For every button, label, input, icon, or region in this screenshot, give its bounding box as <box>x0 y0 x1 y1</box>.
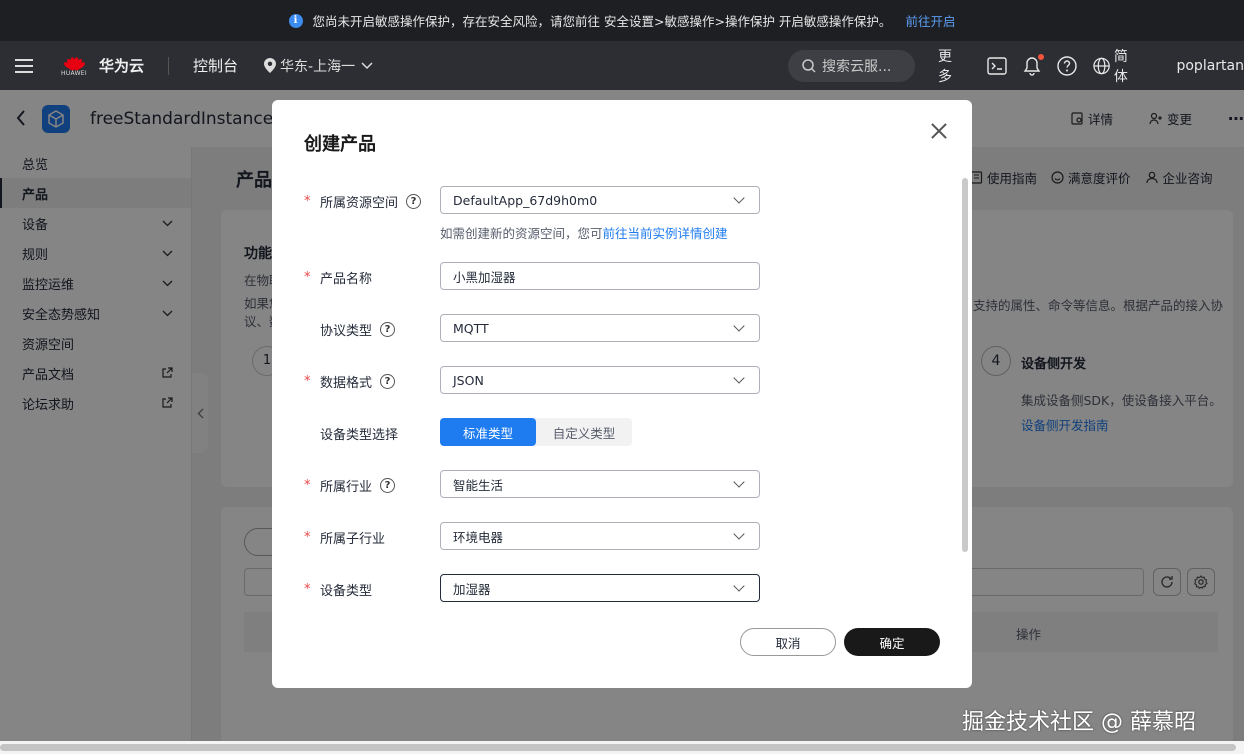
protocol-select[interactable]: MQTT <box>440 314 760 342</box>
chevron-down-icon <box>733 372 745 384</box>
sub-industry-label: 所属子行业 <box>320 532 386 547</box>
chevron-down-icon <box>733 476 745 488</box>
dialog-title: 创建产品 <box>304 134 376 155</box>
more-menu[interactable]: 更多 <box>938 46 965 86</box>
create-space-link[interactable]: 前往当前实例详情创建 <box>603 226 728 241</box>
field-data-format: * 数据格式? JSON <box>272 366 962 394</box>
globe-icon <box>1093 57 1110 74</box>
data-format-label: 数据格式 <box>320 376 373 391</box>
horizontal-scrollbar[interactable] <box>0 741 1244 754</box>
language-label: 简体 <box>1113 48 1128 85</box>
field-device-type: * 设备类型 加湿器 <box>272 574 962 602</box>
notification-dot <box>1037 53 1044 60</box>
watermark: 掘金技术社区 @ 薛慕昭 <box>962 710 1196 735</box>
menu-icon[interactable] <box>15 58 33 73</box>
console-link[interactable]: 控制台 <box>193 55 238 76</box>
help-icon[interactable] <box>1057 55 1077 76</box>
device-type-choice-label: 设备类型选择 <box>320 428 399 443</box>
chevron-down-icon <box>361 61 373 69</box>
region-selector[interactable]: 华东-上海一 <box>264 56 377 76</box>
terminal-icon[interactable] <box>987 56 1007 75</box>
custom-type-option[interactable]: 自定义类型 <box>536 418 632 446</box>
user-name[interactable]: poplartan <box>1176 58 1244 74</box>
resource-space-hint: 如需创建新的资源空间，您可前往当前实例详情创建 <box>440 226 728 241</box>
help-icon[interactable]: ? <box>380 478 396 493</box>
help-icon[interactable]: ? <box>406 194 422 209</box>
resource-space-select[interactable]: DefaultApp_67d9h0m0 <box>440 186 760 214</box>
device-type-segmented: 标准类型 自定义类型 <box>440 418 632 446</box>
banner-message: 您尚未开启敏感操作保护，存在安全风险，请您前往 安全设置>敏感操作>操作保护 开… <box>312 14 892 29</box>
industry-label: 所属行业 <box>320 480 373 495</box>
language-selector[interactable]: 简体 <box>1093 46 1141 86</box>
nav-divider <box>168 56 170 75</box>
huawei-logo[interactable]: HUAWEI <box>59 54 89 77</box>
search-input[interactable]: 搜索云服... <box>788 50 915 82</box>
security-banner: i 您尚未开启敏感操作保护，存在安全风险，请您前往 安全设置>敏感操作>操作保护… <box>0 0 1244 41</box>
brand-name[interactable]: 华为云 <box>99 55 144 76</box>
device-type-select[interactable]: 加湿器 <box>440 574 760 602</box>
chevron-down-icon <box>733 528 745 540</box>
bell-icon[interactable] <box>1023 53 1044 76</box>
field-product-name: * 产品名称 小黑加湿器 <box>272 262 962 290</box>
standard-type-option[interactable]: 标准类型 <box>440 418 536 446</box>
search-placeholder: 搜索云服... <box>822 59 892 75</box>
chevron-down-icon <box>733 580 745 592</box>
help-icon[interactable]: ? <box>380 374 396 389</box>
resource-space-label: 所属资源空间 <box>320 196 399 211</box>
close-icon[interactable] <box>928 120 950 142</box>
create-product-dialog: 创建产品 * 所属资源空间? DefaultApp_67d9h0m0 如需创建新的… <box>272 100 972 688</box>
region-label: 华东-上海一 <box>280 58 356 75</box>
product-name-input[interactable]: 小黑加湿器 <box>440 262 760 290</box>
help-icon[interactable]: ? <box>380 322 396 337</box>
dialog-scrollbar[interactable] <box>962 178 968 552</box>
field-sub-industry: * 所属子行业 环境电器 <box>272 522 962 550</box>
confirm-button[interactable]: 确定 <box>844 628 940 656</box>
location-icon <box>264 58 277 73</box>
industry-select[interactable]: 智能生活 <box>440 470 760 498</box>
search-icon <box>802 59 816 73</box>
field-industry: * 所属行业? 智能生活 <box>272 470 962 498</box>
cancel-button[interactable]: 取消 <box>740 628 836 656</box>
chevron-down-icon <box>733 192 745 204</box>
chevron-down-icon <box>733 320 745 332</box>
device-type-label: 设备类型 <box>320 584 373 599</box>
banner-enable-link[interactable]: 前往开启 <box>905 11 955 30</box>
field-resource-space: * 所属资源空间? DefaultApp_67d9h0m0 <box>272 186 962 214</box>
info-icon: i <box>288 13 303 28</box>
protocol-label: 协议类型 <box>320 324 373 339</box>
data-format-select[interactable]: JSON <box>440 366 760 394</box>
product-name-label: 产品名称 <box>320 272 373 287</box>
field-protocol: 协议类型? MQTT <box>272 314 962 342</box>
sub-industry-select[interactable]: 环境电器 <box>440 522 760 550</box>
top-nav: HUAWEI 华为云 控制台 华东-上海一 搜索云服... 更多 简体 popl… <box>0 41 1244 90</box>
